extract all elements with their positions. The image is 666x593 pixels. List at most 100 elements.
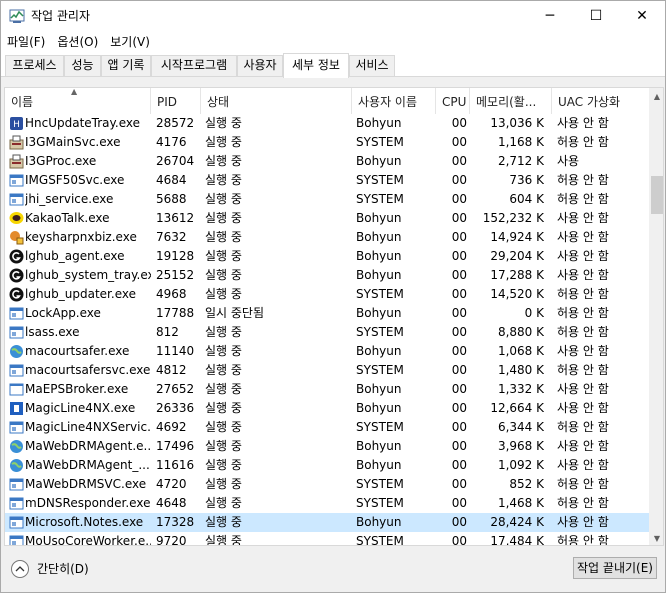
table-row[interactable]: MaWebDRMAgent_... 11616 실행 중 Bohyun 00 1,092 …: [5, 456, 649, 475]
close-button[interactable]: ✕: [619, 1, 665, 31]
table-row[interactable]: MagicLine4NX.exe 26336 실행 중 Bohyun 00 12,664 …: [5, 399, 649, 418]
collapse-link[interactable]: 간단히(D): [37, 560, 89, 578]
table-row[interactable]: I3GMainSvc.exe 4176 실행 중 SYSTEM 00 1,168 K 허용 …: [5, 133, 649, 152]
process-name: lghub_agent.exe: [25, 249, 125, 263]
process-status: 실행 중: [205, 135, 242, 149]
table-row[interactable]: KakaoTalk.exe 13612 실행 중 Bohyun 00 152,232 K 사…: [5, 209, 649, 228]
table-row[interactable]: MaEPSBroker.exe 27652 실행 중 Bohyun 00 1,332 K 사…: [5, 380, 649, 399]
table-row[interactable]: lghub_updater.exe 4968 실행 중 SYSTEM 00 14,520 …: [5, 285, 649, 304]
process-pid: 27652: [156, 382, 195, 396]
process-cpu: 00: [451, 363, 467, 377]
process-status: 실행 중: [205, 534, 242, 546]
process-user: SYSTEM: [356, 363, 404, 377]
column-header-uac[interactable]: UAC 가상화: [552, 88, 649, 114]
table-row[interactable]: keysharpnxbiz.exe 7632 실행 중 Bohyun 00 14,924 …: [5, 228, 649, 247]
tab-processes[interactable]: 프로세스: [5, 55, 64, 76]
process-name: MagicLine4NX.exe: [25, 401, 136, 415]
process-uac: 사용 안 함: [557, 401, 609, 415]
process-user: SYSTEM: [356, 173, 404, 187]
maximize-button[interactable]: ☐: [573, 1, 619, 31]
column-header-status[interactable]: 상태: [201, 88, 352, 114]
menu-file[interactable]: 파일(F): [1, 31, 51, 53]
process-user: SYSTEM: [356, 534, 404, 546]
table-row[interactable]: Microsoft.Notes.exe 17328 실행 중 Bohyun 00 28,4…: [5, 513, 649, 532]
column-header-memory[interactable]: 메모리(활...: [470, 88, 552, 114]
process-cpu: 00: [451, 420, 467, 434]
tab-services[interactable]: 서비스: [349, 55, 395, 76]
column-header-user[interactable]: 사용자 이름: [352, 88, 436, 114]
collapse-chevron-up-icon[interactable]: [11, 560, 29, 578]
scroll-down-icon[interactable]: ▼: [649, 530, 663, 545]
menu-options[interactable]: 옵션(O): [51, 31, 104, 53]
table-row[interactable]: LockApp.exe 17788 일시 중단됨 Bohyun 00 0 K 허용 안 함: [5, 304, 649, 323]
vertical-scrollbar[interactable]: ▲ ▼: [649, 88, 663, 545]
table-row[interactable]: MaWebDRMAgent.e... 17496 실행 중 Bohyun 00 3,968…: [5, 437, 649, 456]
process-pid: 26704: [156, 154, 195, 168]
process-pid: 17788: [156, 306, 195, 320]
process-cpu: 00: [451, 173, 467, 187]
table-row[interactable]: macourtsafer.exe 11140 실행 중 Bohyun 00 1,068 K…: [5, 342, 649, 361]
process-pid: 11140: [156, 344, 195, 358]
column-header-name[interactable]: 이름: [5, 88, 151, 114]
globe-icon: [9, 458, 24, 473]
tab-startup[interactable]: 시작프로그램: [151, 55, 237, 76]
process-user: SYSTEM: [356, 420, 404, 434]
table-row[interactable]: H HncUpdateTray.exe 28572 실행 중 Bohyun 00 13,03…: [5, 114, 649, 133]
tab-users[interactable]: 사용자: [237, 55, 283, 76]
end-task-button[interactable]: 작업 끝내기(E): [573, 557, 657, 579]
process-status: 실행 중: [205, 439, 242, 453]
menu-view[interactable]: 보기(V): [104, 31, 156, 53]
table-row[interactable]: lghub_agent.exe 19128 실행 중 Bohyun 00 29,204 K…: [5, 247, 649, 266]
scroll-up-icon[interactable]: ▲: [649, 88, 663, 105]
process-pid: 812: [156, 325, 179, 339]
process-user: Bohyun: [356, 344, 402, 358]
scrollbar-thumb[interactable]: [651, 176, 663, 214]
window-title: 작업 관리자: [31, 9, 91, 23]
svg-text:H: H: [13, 120, 20, 130]
process-memory: 17,288 K: [490, 268, 544, 282]
process-pid: 4968: [156, 287, 187, 301]
process-memory: 13,036 K: [490, 116, 544, 130]
process-memory: 14,520 K: [490, 287, 544, 301]
table-row[interactable]: lsass.exe 812 실행 중 SYSTEM 00 8,880 K 허용 안 함: [5, 323, 649, 342]
process-rows: H HncUpdateTray.exe 28572 실행 중 Bohyun 00 13,03…: [5, 114, 649, 546]
table-row[interactable]: I3GProc.exe 26704 실행 중 Bohyun 00 2,712 K 사용: [5, 152, 649, 171]
process-name: MaWebDRMAgent_...: [25, 458, 150, 472]
process-user: Bohyun: [356, 249, 402, 263]
table-row[interactable]: mDNSResponder.exe 4648 실행 중 SYSTEM 00 1,468 K…: [5, 494, 649, 513]
process-memory: 152,232 K: [482, 211, 544, 225]
table-row[interactable]: jhi_service.exe 5688 실행 중 SYSTEM 00 604 K 허용 안…: [5, 190, 649, 209]
tab-details[interactable]: 세부 정보: [283, 53, 349, 78]
process-memory: 1,168 K: [497, 135, 544, 149]
tab-app-history[interactable]: 앱 기록: [101, 55, 151, 76]
app-window-icon: [9, 325, 24, 340]
process-pid: 4692: [156, 420, 187, 434]
table-row[interactable]: IMGSF50Svc.exe 4684 실행 중 SYSTEM 00 736 K 허용 안 …: [5, 171, 649, 190]
table-row[interactable]: MoUsoCoreWorker.e... 9720 실행 중 SYSTEM 00 17,4…: [5, 532, 649, 546]
table-row[interactable]: MaWebDRMSVC.exe 4720 실행 중 SYSTEM 00 852 K 허용 안…: [5, 475, 649, 494]
tab-performance[interactable]: 성능: [64, 55, 101, 76]
process-memory: 3,968 K: [497, 439, 544, 453]
process-name: macourtsafersvc.exe: [25, 363, 151, 377]
process-memory: 0 K: [524, 306, 544, 320]
process-memory: 604 K: [509, 192, 544, 206]
process-uac: 사용 안 함: [557, 344, 609, 358]
app-window-icon: [9, 192, 24, 207]
table-row[interactable]: lghub_system_tray.exe 25152 실행 중 Bohyun 00 17…: [5, 266, 649, 285]
process-status: 실행 중: [205, 173, 242, 187]
process-cpu: 00: [451, 458, 467, 472]
column-header-cpu[interactable]: CPU: [436, 88, 470, 114]
process-cpu: 00: [451, 230, 467, 244]
process-pid: 13612: [156, 211, 195, 225]
table-row[interactable]: macourtsafersvc.exe 4812 실행 중 SYSTEM 00 1,480…: [5, 361, 649, 380]
column-header-pid[interactable]: PID: [151, 88, 201, 114]
process-name: keysharpnxbiz.exe: [25, 230, 137, 244]
title-bar[interactable]: 작업 관리자 ─ ☐ ✕: [1, 1, 665, 31]
process-uac: 사용 안 함: [557, 116, 609, 130]
globe-icon: [9, 439, 24, 454]
process-user: Bohyun: [356, 306, 402, 320]
table-row[interactable]: MagicLine4NXServic... 4692 실행 중 SYSTEM 00 6,3…: [5, 418, 649, 437]
process-memory: 28,424 K: [490, 515, 544, 529]
minimize-button[interactable]: ─: [527, 1, 573, 31]
process-memory: 8,880 K: [497, 325, 544, 339]
